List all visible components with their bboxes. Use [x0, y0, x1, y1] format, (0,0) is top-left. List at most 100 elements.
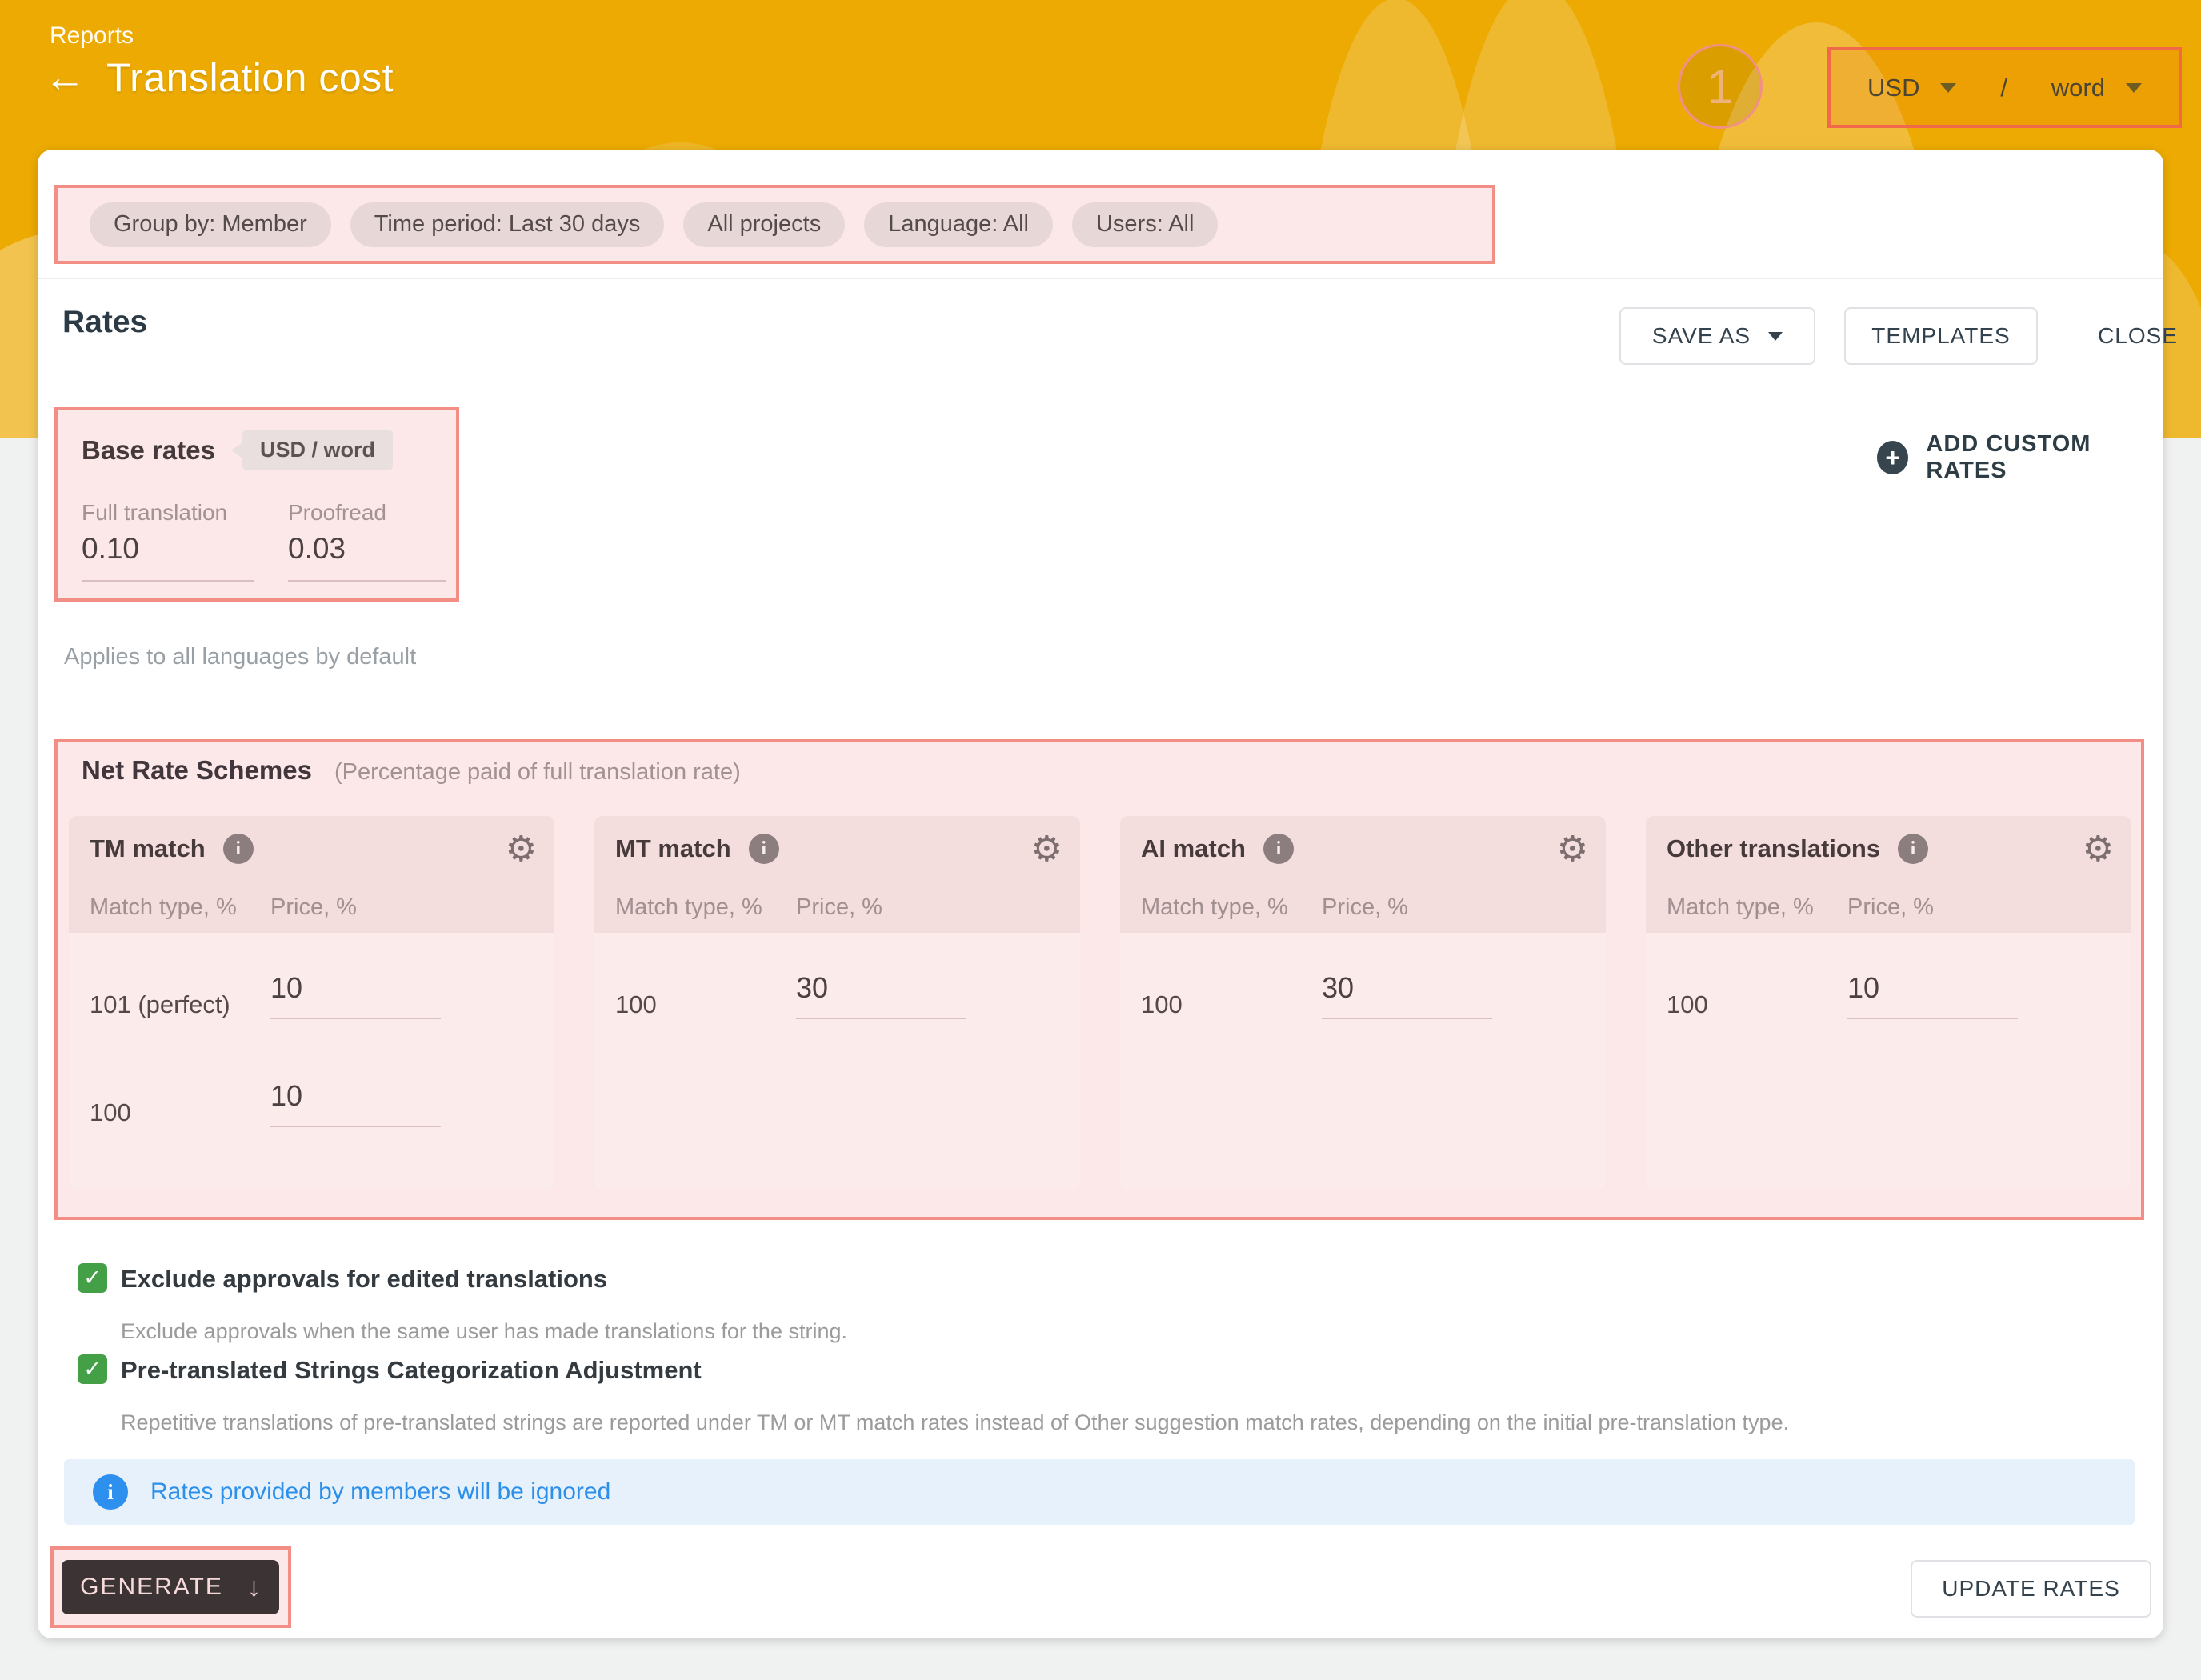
- filter-chip-language[interactable]: Language: All: [864, 202, 1053, 247]
- currency-unit-selector: USD / word: [1827, 47, 2182, 128]
- info-icon[interactable]: i: [749, 834, 779, 864]
- generate-button[interactable]: GENERATE ↓: [62, 1560, 279, 1614]
- pretranslated-adjustment-checkbox[interactable]: ✓: [78, 1354, 107, 1384]
- rate-card-title: TM match: [90, 834, 206, 863]
- rate-card-title-row: AI match i: [1141, 834, 1294, 864]
- proofread-label: Proofread: [288, 500, 386, 526]
- input-underline: [288, 580, 446, 582]
- rate-card-title: Other translations: [1667, 834, 1880, 863]
- rate-card-tm-match: TM match i ⚙ Match type, % Price, % 101 …: [69, 816, 554, 1189]
- save-as-label: SAVE AS: [1652, 323, 1751, 349]
- update-rates-label: UPDATE RATES: [1942, 1576, 2120, 1602]
- base-rates-title-row: Base rates USD / word: [82, 430, 393, 470]
- close-button[interactable]: CLOSE: [2086, 307, 2190, 365]
- price-input[interactable]: 30: [1322, 971, 1354, 1005]
- price-column-header: Price, %: [270, 894, 357, 921]
- rate-card-title: AI match: [1141, 834, 1246, 863]
- price-column-header: Price, %: [796, 894, 882, 921]
- match-type-value: 100: [1667, 990, 1708, 1019]
- match-type-value: 100: [90, 1098, 131, 1127]
- rates-section-title: Rates: [62, 305, 147, 340]
- applies-note: Applies to all languages by default: [64, 644, 416, 670]
- rate-card-ai-match: AI match i ⚙ Match type, % Price, % 100 …: [1120, 816, 1606, 1189]
- breadcrumb[interactable]: Reports: [50, 22, 134, 50]
- input-underline: [796, 1018, 966, 1019]
- net-rate-schemes-subtitle: (Percentage paid of full translation rat…: [334, 759, 741, 786]
- rate-card-mt-match: MT match i ⚙ Match type, % Price, % 100 …: [594, 816, 1080, 1189]
- save-as-button[interactable]: SAVE AS: [1619, 307, 1815, 365]
- input-underline: [1322, 1018, 1492, 1019]
- match-type-column-header: Match type, %: [615, 894, 762, 921]
- full-translation-input[interactable]: 0.10: [82, 532, 139, 566]
- currency-dropdown[interactable]: USD: [1867, 74, 1956, 102]
- add-custom-rates-button[interactable]: + ADD CUSTOM RATES: [1877, 431, 2163, 484]
- input-underline: [82, 580, 254, 582]
- full-translation-label: Full translation: [82, 500, 227, 526]
- exclude-approvals-label: Exclude approvals for edited translation…: [121, 1265, 607, 1294]
- plus-icon: +: [1877, 441, 1908, 474]
- input-underline: [270, 1126, 441, 1127]
- info-icon[interactable]: i: [223, 834, 254, 864]
- info-icon: i: [93, 1474, 128, 1510]
- filter-chip-users[interactable]: Users: All: [1072, 202, 1218, 247]
- match-type-column-header: Match type, %: [90, 894, 237, 921]
- match-type-value: 101 (perfect): [90, 990, 230, 1019]
- match-type-value: 100: [1141, 990, 1183, 1019]
- templates-button[interactable]: TEMPLATES: [1844, 307, 2038, 365]
- base-rates-highlight-box: Base rates USD / word Full translation 0…: [54, 407, 459, 602]
- proofread-input[interactable]: 0.03: [288, 532, 346, 566]
- match-type-column-header: Match type, %: [1141, 894, 1288, 921]
- currency-value: USD: [1867, 74, 1919, 102]
- filter-chip-time-period[interactable]: Time period: Last 30 days: [350, 202, 665, 247]
- back-arrow-icon[interactable]: ←: [44, 57, 86, 98]
- info-icon[interactable]: i: [1263, 834, 1294, 864]
- templates-label: TEMPLATES: [1871, 323, 2010, 349]
- page-title-row: ← Translation cost: [44, 54, 394, 101]
- rate-card-title: MT match: [615, 834, 731, 863]
- annotation-circle-1: 1: [1678, 44, 1763, 129]
- info-icon[interactable]: i: [1898, 834, 1928, 864]
- info-banner: i Rates provided by members will be igno…: [64, 1459, 2135, 1525]
- exclude-approvals-checkbox[interactable]: ✓: [78, 1263, 107, 1293]
- unit-separator: /: [2000, 74, 2007, 102]
- filter-chip-projects[interactable]: All projects: [683, 202, 845, 247]
- rate-card-other-translations: Other translations i ⚙ Match type, % Pri…: [1646, 816, 2131, 1189]
- match-type-column-header: Match type, %: [1667, 894, 1814, 921]
- price-input[interactable]: 10: [270, 971, 302, 1005]
- rate-card-title-row: TM match i: [90, 834, 254, 864]
- rate-card-title-row: MT match i: [615, 834, 779, 864]
- input-underline: [270, 1018, 441, 1019]
- page-title: Translation cost: [106, 54, 394, 101]
- chevron-down-icon: [2126, 83, 2142, 93]
- pretranslated-adjustment-description: Repetitive translations of pre-translate…: [121, 1410, 1789, 1435]
- unit-dropdown[interactable]: word: [2051, 74, 2142, 102]
- filter-chip-group-by[interactable]: Group by: Member: [90, 202, 331, 247]
- chevron-down-icon: [1940, 83, 1956, 93]
- rate-card-title-row: Other translations i: [1667, 834, 1928, 864]
- net-rate-schemes-title: Net Rate Schemes: [82, 755, 312, 786]
- price-column-header: Price, %: [1847, 894, 1934, 921]
- unit-value: word: [2051, 74, 2105, 102]
- report-settings-card: Group by: Member Time period: Last 30 da…: [38, 150, 2163, 1638]
- filters-highlight-box: Group by: Member Time period: Last 30 da…: [54, 185, 1495, 264]
- price-input[interactable]: 10: [270, 1079, 302, 1113]
- gear-icon[interactable]: ⚙: [506, 829, 537, 870]
- info-banner-text: Rates provided by members will be ignore…: [150, 1478, 610, 1506]
- price-input[interactable]: 10: [1847, 971, 1879, 1005]
- gear-icon[interactable]: ⚙: [2083, 829, 2114, 870]
- net-rate-schemes-title-row: Net Rate Schemes (Percentage paid of ful…: [82, 755, 741, 786]
- gear-icon[interactable]: ⚙: [1031, 829, 1062, 870]
- net-rate-schemes-highlight-box: Net Rate Schemes (Percentage paid of ful…: [54, 739, 2144, 1220]
- exclude-approvals-description: Exclude approvals when the same user has…: [121, 1319, 847, 1344]
- divider: [38, 278, 2163, 279]
- match-type-value: 100: [615, 990, 657, 1019]
- chevron-down-icon: [1768, 332, 1783, 341]
- base-rates-title: Base rates: [82, 435, 215, 466]
- price-input[interactable]: 30: [796, 971, 828, 1005]
- add-custom-rates-label: ADD CUSTOM RATES: [1926, 431, 2163, 484]
- update-rates-button[interactable]: UPDATE RATES: [1911, 1560, 2151, 1618]
- generate-label: GENERATE: [80, 1574, 223, 1601]
- base-rates-unit-badge: USD / word: [242, 430, 393, 470]
- gear-icon[interactable]: ⚙: [1557, 829, 1588, 870]
- input-underline: [1847, 1018, 2018, 1019]
